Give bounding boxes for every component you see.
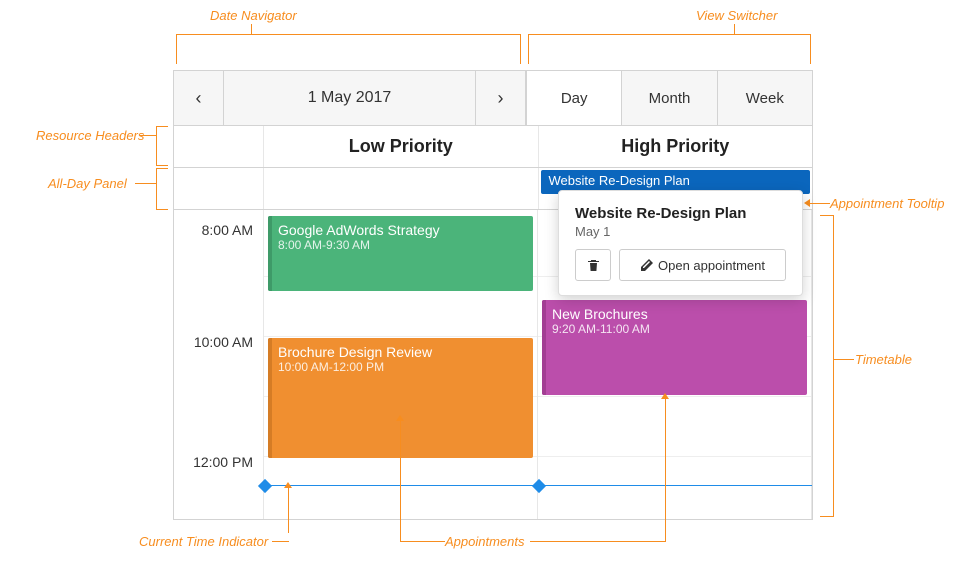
pencil-icon: [640, 259, 653, 272]
appointment-bar: [268, 338, 272, 458]
anno-bracket-resource: [156, 126, 168, 166]
anno-cti: Current Time Indicator: [139, 534, 268, 549]
anno-view-switcher: View Switcher: [696, 8, 777, 23]
time-gutter-head: [174, 126, 264, 167]
anno-arrow-appt2: [661, 393, 669, 399]
anno-bracket-timetable: [820, 215, 834, 517]
tooltip-buttons: Open appointment: [575, 249, 786, 281]
anno-timetable: Timetable: [855, 352, 912, 367]
anno-conn-appt1-v: [400, 420, 401, 542]
anno-allday-panel: All-Day Panel: [48, 176, 127, 191]
anno-bracket-date-nav: [176, 34, 521, 64]
anno-conn-appt2-v: [665, 398, 666, 542]
anno-date-navigator: Date Navigator: [210, 8, 297, 23]
delete-button[interactable]: [575, 249, 611, 281]
appointment-title: Google AdWords Strategy: [278, 222, 523, 238]
anno-arrow-appt1: [396, 415, 404, 421]
appointment[interactable]: New Brochures 9:20 AM-11:00 AM: [542, 300, 807, 395]
grid-line: [538, 456, 811, 457]
appointment-time: 9:20 AM-11:00 AM: [552, 322, 797, 336]
view-switcher: Day Month Week: [526, 71, 812, 125]
appointment[interactable]: Google AdWords Strategy 8:00 AM-9:30 AM: [268, 216, 533, 291]
anno-arrow-tooltip: [804, 199, 810, 207]
tooltip-title: Website Re-Design Plan: [575, 205, 786, 222]
appointment-title: New Brochures: [552, 306, 797, 322]
current-date-label[interactable]: 1 May 2017: [224, 71, 475, 125]
anno-bracket-allday: [156, 168, 168, 210]
appointment-time: 10:00 AM-12:00 PM: [278, 360, 523, 374]
allday-gutter: [174, 168, 264, 209]
open-appointment-label: Open appointment: [658, 258, 765, 273]
resource-header-low: Low Priority: [264, 126, 539, 167]
tab-month[interactable]: Month: [621, 71, 716, 125]
anno-conn-appt2-h: [530, 541, 666, 542]
trash-icon: [587, 258, 600, 272]
allday-appointment-title: Website Re-Design Plan: [549, 173, 690, 188]
date-navigator: ‹ 1 May 2017 ›: [174, 71, 526, 125]
resource-headers: Low Priority High Priority: [174, 125, 812, 167]
appointment-bar: [268, 216, 272, 291]
anno-conn-timetable: [834, 359, 854, 360]
day-col-low[interactable]: Google AdWords Strategy 8:00 AM-9:30 AM …: [264, 210, 538, 519]
allday-col-low[interactable]: [264, 168, 539, 209]
anno-conn-appt1-h: [400, 541, 445, 542]
anno-appointments: Appointments: [445, 534, 525, 549]
chevron-right-icon: ›: [498, 88, 504, 109]
appointment-title: Brochure Design Review: [278, 344, 523, 360]
appointment-time: 8:00 AM-9:30 AM: [278, 238, 523, 252]
tab-day[interactable]: Day: [526, 71, 621, 125]
appointment-tooltip: Website Re-Design Plan May 1 Open appoin…: [558, 190, 803, 296]
anno-tooltip: Appointment Tooltip: [830, 196, 944, 211]
grid-line: [264, 336, 537, 337]
top-bar: ‹ 1 May 2017 › Day Month Week: [174, 71, 812, 125]
time-gutter: 8:00 AM 10:00 AM 12:00 PM: [174, 210, 264, 519]
anno-conn-date-nav: [251, 24, 252, 34]
next-button[interactable]: ›: [475, 71, 525, 125]
open-appointment-button[interactable]: Open appointment: [619, 249, 786, 281]
time-label-8: 8:00 AM: [202, 222, 253, 238]
resource-header-high: High Priority: [539, 126, 813, 167]
grid-line: [538, 396, 811, 397]
time-label-12: 12:00 PM: [193, 454, 253, 470]
anno-resource-headers: Resource Headers: [36, 128, 144, 143]
anno-conn-cti-h: [272, 541, 289, 542]
appointment-bar: [542, 300, 546, 395]
anno-conn-tooltip: [810, 203, 830, 204]
tooltip-subtitle: May 1: [575, 224, 786, 239]
chevron-left-icon: ‹: [196, 88, 202, 109]
prev-button[interactable]: ‹: [174, 71, 224, 125]
time-label-10: 10:00 AM: [194, 334, 253, 350]
anno-bracket-view-switch: [528, 34, 811, 64]
tab-week[interactable]: Week: [717, 71, 812, 125]
anno-arrow-cti: [284, 482, 292, 488]
anno-conn-view-switch: [734, 24, 735, 34]
anno-conn-cti-v: [288, 487, 289, 533]
current-time-indicator: [264, 485, 812, 486]
anno-conn-allday: [135, 183, 156, 184]
